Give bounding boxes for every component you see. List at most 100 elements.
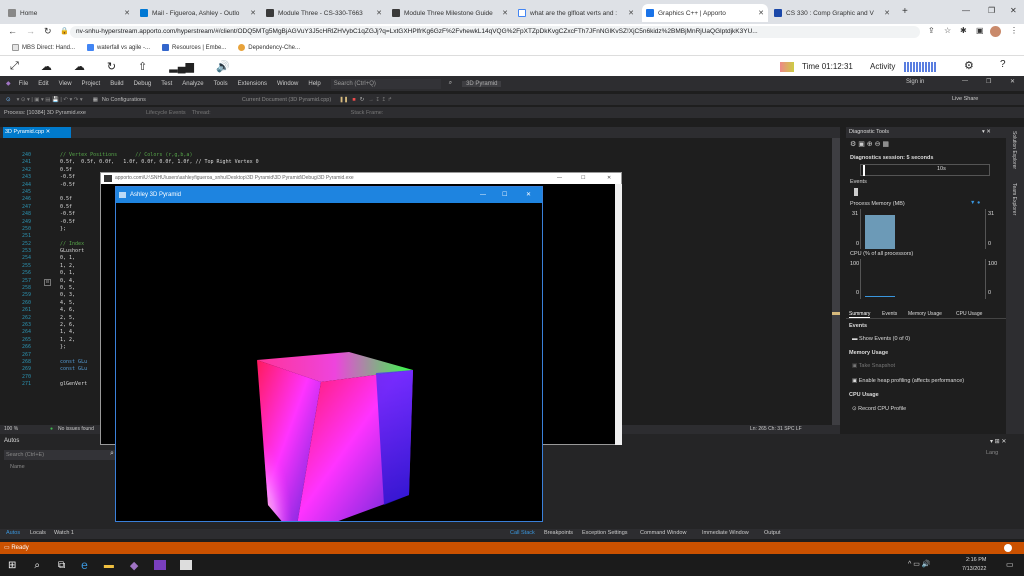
close-icon[interactable]: ✕ [46,129,51,135]
tray-icons[interactable]: ^ ▭ 🔊 [908,560,931,568]
volume-icon[interactable]: 🔊 [216,60,230,73]
timeline-ruler[interactable]: 10s [860,164,990,176]
issues-label[interactable]: No issues found [58,426,94,432]
tab-autos[interactable]: Autos [6,530,20,536]
events-section-label[interactable]: Events [850,179,867,185]
toolbar-buttons[interactable]: ▾ ⊙ ▾ | ▣ ▾ ▤ 💾 | ↶ ▾ ↷ ▾ [17,97,83,103]
notification-icon[interactable] [1004,544,1012,552]
config-dropdown[interactable]: No Configurations [102,97,146,103]
browser-tab-apporto[interactable]: Graphics C++ | Apporto ✕ [642,4,768,22]
sidebar-icon[interactable]: ▣ [976,26,984,35]
pin-icon[interactable]: ▾ ✕ [982,127,991,138]
lock-icon[interactable]: 🔒 [60,27,69,35]
menu-extensions[interactable]: Extensions [238,81,267,87]
search-icon[interactable]: ⌕ [110,450,114,458]
restart-icon[interactable]: ↻ [360,97,365,103]
memory-graph[interactable] [860,209,986,249]
cloud-download-icon[interactable]: ☁ [74,60,85,73]
console-scrollbar[interactable] [615,184,622,445]
tray-time[interactable]: 2:16 PM [966,557,986,563]
nav-back-icon[interactable]: ⊙ [6,97,11,103]
tab-locals[interactable]: Locals [30,530,46,536]
editor-scrollbar[interactable] [832,138,840,425]
tab-immediate-window[interactable]: Immediate Window [702,530,749,536]
tab-call-stack[interactable]: Call Stack [510,530,535,536]
tab-command-window[interactable]: Command Window [640,530,686,536]
maximize-icon[interactable]: ☐ [502,187,507,203]
heap-profiling-button[interactable]: ▣ Enable heap profiling (affects perform… [852,378,964,384]
close-icon[interactable]: ✕ [124,9,130,17]
lifecycle-dropdown[interactable]: Lifecycle Events [146,110,186,116]
minimize-icon[interactable]: — [962,78,968,84]
close-icon[interactable]: ✕ [1010,78,1015,85]
bookmark-mbs[interactable]: MBS Direct: Hand... [12,44,75,51]
fullscreen-icon[interactable]: ⤢ [10,60,19,73]
vs-search-input[interactable]: Search (Ctrl+Q) [330,78,441,89]
diag-toolbar-icons[interactable]: ⚙ ▣ ⊕ ⊖ ▦ [850,140,889,148]
thread-dropdown[interactable]: Thread: [192,110,211,116]
menu-icon[interactable]: ⋮ [1010,26,1018,35]
task-view-icon[interactable]: ⧉ [58,560,65,571]
minimize-icon[interactable]: — [962,6,970,15]
back-icon[interactable]: ← [8,26,17,36]
tab-cpu-usage[interactable]: CPU Usage [956,311,982,317]
maximize-icon[interactable]: ☐ [581,173,585,184]
sync-icon[interactable]: ↻ [107,60,116,73]
menu-analyze[interactable]: Analyze [182,81,203,87]
url-field[interactable]: nv-snhu-hyperstream.apporto.com/hyperstr… [70,26,920,38]
live-share-button[interactable]: Live Share [952,96,978,102]
process-dropdown[interactable]: Process: [10384] 3D Pyramid.exe [4,110,86,116]
menu-project[interactable]: Project [82,81,101,87]
cpu-graph[interactable] [860,259,986,299]
cloud-upload-icon[interactable]: ☁ [41,60,52,73]
file-explorer-icon[interactable]: ▬ [104,560,114,571]
current-document-dropdown[interactable]: Current Document (3D Pyramid.cpp) [242,97,331,103]
console-title-bar[interactable]: apporto.com\U:\SNHU\users\ashleyfigueroa… [101,173,621,184]
tab-events[interactable]: Events [882,311,897,317]
menu-view[interactable]: View [59,81,72,87]
signal-icon[interactable]: ▂▄▆ [169,60,194,73]
browser-tab-home[interactable]: Home ✕ [4,4,134,22]
cpu-section-label[interactable]: CPU (% of all processors) [850,251,913,257]
code-line[interactable]: 0.5f, 0.5f, 0.0f, 1.0f, 0.0f, 0.0f, 1.0f… [60,159,259,166]
opengl-title-bar[interactable]: Ashley 3D Pyramid — ☐ ✕ [116,187,542,203]
close-icon[interactable]: ✕ [502,9,508,17]
autos-search-input[interactable]: Search (Ctrl+E) [4,450,116,460]
menu-test[interactable]: Test [161,81,172,87]
tab-output[interactable]: Output [764,530,781,536]
process-memory-label[interactable]: Process Memory (MB) [850,201,905,207]
zoom-level[interactable]: 100 % [4,426,18,432]
browser-tab-mail[interactable]: Mail - Figueroa, Ashley - Outlo ✕ [136,4,260,22]
visual-studio-icon[interactable]: ◆ [130,559,138,572]
new-tab-button[interactable]: + [902,6,908,17]
team-explorer-tab[interactable]: Team Explorer [1011,183,1017,215]
close-icon[interactable]: ✕ [526,187,531,203]
menu-edit[interactable]: Edit [38,81,48,87]
pause-icon[interactable]: ❚❚ [339,97,348,103]
tab-exception-settings[interactable]: Exception Settings [582,530,628,536]
star-icon[interactable]: ☆ [944,26,951,35]
tab-watch1[interactable]: Watch 1 [54,530,74,536]
browser-tab-module-three[interactable]: Module Three - CS-330-T663 ✕ [262,4,386,22]
maximize-icon[interactable]: ❐ [988,6,995,15]
panel-pin-icon[interactable]: ▾ ⊞ ✕ [990,438,1006,445]
minimize-icon[interactable]: — [557,173,562,184]
minimize-icon[interactable]: — [480,187,486,203]
avatar[interactable] [990,26,1001,37]
take-snapshot-button[interactable]: ▣ Take Snapshot [852,363,895,369]
tab-memory-usage[interactable]: Memory Usage [908,311,942,317]
windows-start-icon[interactable]: ⊞ [8,560,16,571]
browser-tab-milestone[interactable]: Module Three Milestone Guide ✕ [388,4,512,22]
bookmark-resources[interactable]: Resources | Embe... [162,44,226,51]
search-icon[interactable]: ⌕ [34,560,40,571]
menu-tools[interactable]: Tools [214,81,228,87]
help-icon[interactable]: ? [1000,59,1006,70]
stop-icon[interactable]: ■ [352,97,355,103]
bookmark-waterfall[interactable]: waterfall vs agile -... [87,44,150,51]
extensions-icon[interactable]: ✱ [960,26,967,35]
edge-icon[interactable]: e [81,558,88,572]
close-icon[interactable]: ✕ [607,173,611,184]
record-cpu-button[interactable]: ⊙ Record CPU Profile [852,406,906,412]
stack-frame-dropdown[interactable]: Stack Frame: [351,110,384,116]
menu-debug[interactable]: Debug [134,81,152,87]
